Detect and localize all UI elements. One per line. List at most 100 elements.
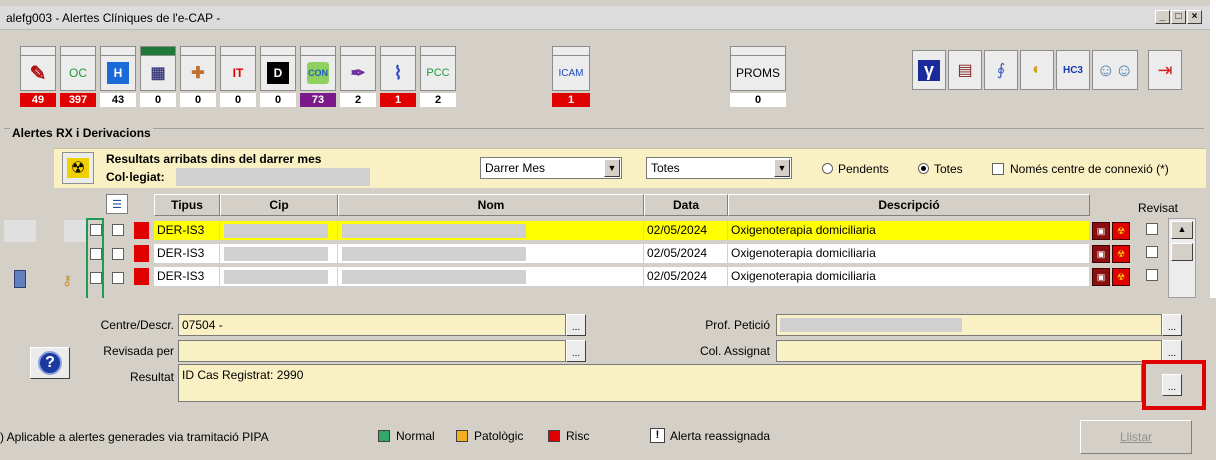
table-scrollbar[interactable]: ▲ [1168, 218, 1196, 298]
chevron-down-icon: ▼ [774, 159, 790, 177]
help-button[interactable]: ? [30, 347, 70, 379]
prof-lookup-button[interactable]: ... [1162, 314, 1182, 336]
alerts-group-title: Alertes RX i Derivacions [10, 126, 153, 140]
tool-icam[interactable]: ICAM 1 [552, 46, 590, 107]
radiation-icon[interactable]: ☢ [1112, 222, 1130, 240]
summary-line2: Col·legiat: [106, 170, 165, 184]
radiation-icon[interactable]: ☢ [1112, 245, 1130, 263]
pcc-icon: PCC [426, 67, 450, 79]
row-check[interactable] [112, 248, 124, 260]
tool-it[interactable]: IT 0 [220, 46, 256, 107]
tool-syringe[interactable]: ⌇ 1 [380, 46, 416, 107]
nom-redacted [342, 270, 526, 284]
tool-h[interactable]: H 43 [100, 46, 136, 107]
legend-risc-label: Risc [566, 429, 590, 443]
it-icon: IT [232, 66, 244, 80]
col-data[interactable]: Data [644, 194, 728, 216]
col-descripcio[interactable]: Descripció [728, 194, 1090, 216]
cell-tipus: DER-IS3 [154, 221, 220, 241]
clipboard-button[interactable]: ▤ [948, 50, 982, 90]
col-assignat-lookup-button[interactable]: ... [1162, 340, 1182, 362]
summary-line1: Resultats arribats dins del darrer mes [106, 152, 322, 166]
revisada-lookup-button[interactable]: ... [566, 340, 586, 362]
legend-patologic-swatch [456, 430, 468, 442]
scroll-thumb[interactable] [1171, 243, 1193, 261]
centre-lookup-button[interactable]: ... [566, 314, 586, 336]
col-tipus[interactable]: Tipus [154, 194, 220, 216]
tool-calc[interactable]: ▦ 0 [140, 46, 176, 107]
pill-button[interactable]: ◐ [1020, 50, 1054, 90]
report-icon[interactable]: ▣ [1092, 245, 1110, 263]
tool-pen[interactable]: ✒ 2 [340, 46, 376, 107]
tool-count: 0 [730, 93, 786, 107]
tool-pcc[interactable]: PCC 2 [420, 46, 456, 107]
listar-button[interactable]: Llistar [1080, 420, 1192, 454]
tool-lab[interactable]: ✎ 49 [20, 46, 56, 107]
gamma-icon: γ [918, 59, 940, 81]
maximize-button[interactable]: □ [1171, 10, 1186, 24]
cell-descripcio: Oxigenoterapia domiciliaria [728, 221, 1090, 241]
tool-con[interactable]: CON 73 [300, 46, 336, 107]
tool-count: 397 [60, 93, 96, 107]
row-check[interactable] [112, 272, 124, 284]
tool-count: 2 [420, 93, 456, 107]
row-select-checkbox[interactable] [90, 272, 102, 284]
only-center-checkbox[interactable] [992, 163, 1004, 175]
proms-label: PROMS [735, 66, 780, 80]
hc3-button[interactable]: HC3 [1056, 50, 1090, 90]
resultat-label: Resultat [129, 370, 174, 384]
type-select[interactable]: Totes ▼ [646, 157, 792, 179]
chevron-down-icon: ▼ [604, 159, 620, 177]
only-center-label: Només centre de connexió (*) [1010, 162, 1169, 176]
revisat-checkbox[interactable] [1146, 223, 1158, 235]
stethoscope-button[interactable]: ∮ [984, 50, 1018, 90]
radio-totes-label: Totes [934, 162, 963, 176]
centre-label: Centre/Descr. [100, 318, 174, 332]
type-select-value: Totes [651, 161, 680, 175]
cip-redacted [224, 247, 328, 261]
nom-redacted [342, 224, 526, 238]
list-icon[interactable]: ☰ [106, 194, 128, 214]
tool-count: 1 [552, 93, 590, 107]
report-icon[interactable]: ▣ [1092, 222, 1110, 240]
col-assignat-field[interactable] [776, 340, 1162, 362]
col-cip[interactable]: Cip [220, 194, 338, 216]
resultat-field[interactable]: ID Cas Registrat: 2990 [178, 364, 1142, 402]
tool-d[interactable]: D 0 [260, 46, 296, 107]
revisat-checkbox[interactable] [1146, 269, 1158, 281]
tool-medkit[interactable]: ✚ 0 [180, 46, 216, 107]
minimize-button[interactable]: _ [1155, 10, 1170, 24]
row-select-checkbox[interactable] [90, 248, 102, 260]
scroll-up-icon[interactable]: ▲ [1171, 221, 1193, 239]
col-nom[interactable]: Nom [338, 194, 644, 216]
h-icon: H [107, 62, 129, 84]
radio-totes[interactable] [918, 163, 929, 174]
radio-pendents-label: Pendents [838, 162, 889, 176]
tool-oc[interactable]: OC 397 [60, 46, 96, 107]
tool-count: 73 [300, 93, 336, 107]
main-window: alefg003 - Alertes Clíniques de l'e-CAP … [0, 0, 1210, 300]
row-select-checkbox[interactable] [90, 224, 102, 236]
revisat-checkbox[interactable] [1146, 246, 1158, 258]
con-icon: CON [307, 62, 329, 84]
pipa-note: ) Aplicable a alertes generades via tram… [0, 430, 269, 444]
tool-proms[interactable]: PROMS 0 [730, 46, 786, 107]
reassign-icon: ! [650, 428, 665, 443]
radiation-icon[interactable]: ☢ [1112, 268, 1130, 286]
key-icon: ⚷ [62, 272, 73, 288]
radio-pendents[interactable] [822, 163, 833, 174]
revisada-label: Revisada per [103, 344, 174, 358]
gamma-button[interactable]: γ [912, 50, 946, 90]
close-button[interactable]: × [1187, 10, 1202, 24]
revisada-field[interactable] [178, 340, 566, 362]
row-marker [64, 220, 88, 242]
centre-field[interactable]: 07504 - [178, 314, 566, 336]
period-select[interactable]: Darrer Mes ▼ [480, 157, 622, 179]
exit-button[interactable]: ⇥ [1148, 50, 1182, 90]
radiation-button[interactable]: ☢ [62, 152, 94, 184]
people-icon: ☺☺ [1096, 59, 1134, 80]
report-icon[interactable]: ▣ [1092, 268, 1110, 286]
row-check[interactable] [112, 224, 124, 236]
d-icon: D [267, 62, 289, 84]
people-button[interactable]: ☺☺ [1092, 50, 1138, 90]
